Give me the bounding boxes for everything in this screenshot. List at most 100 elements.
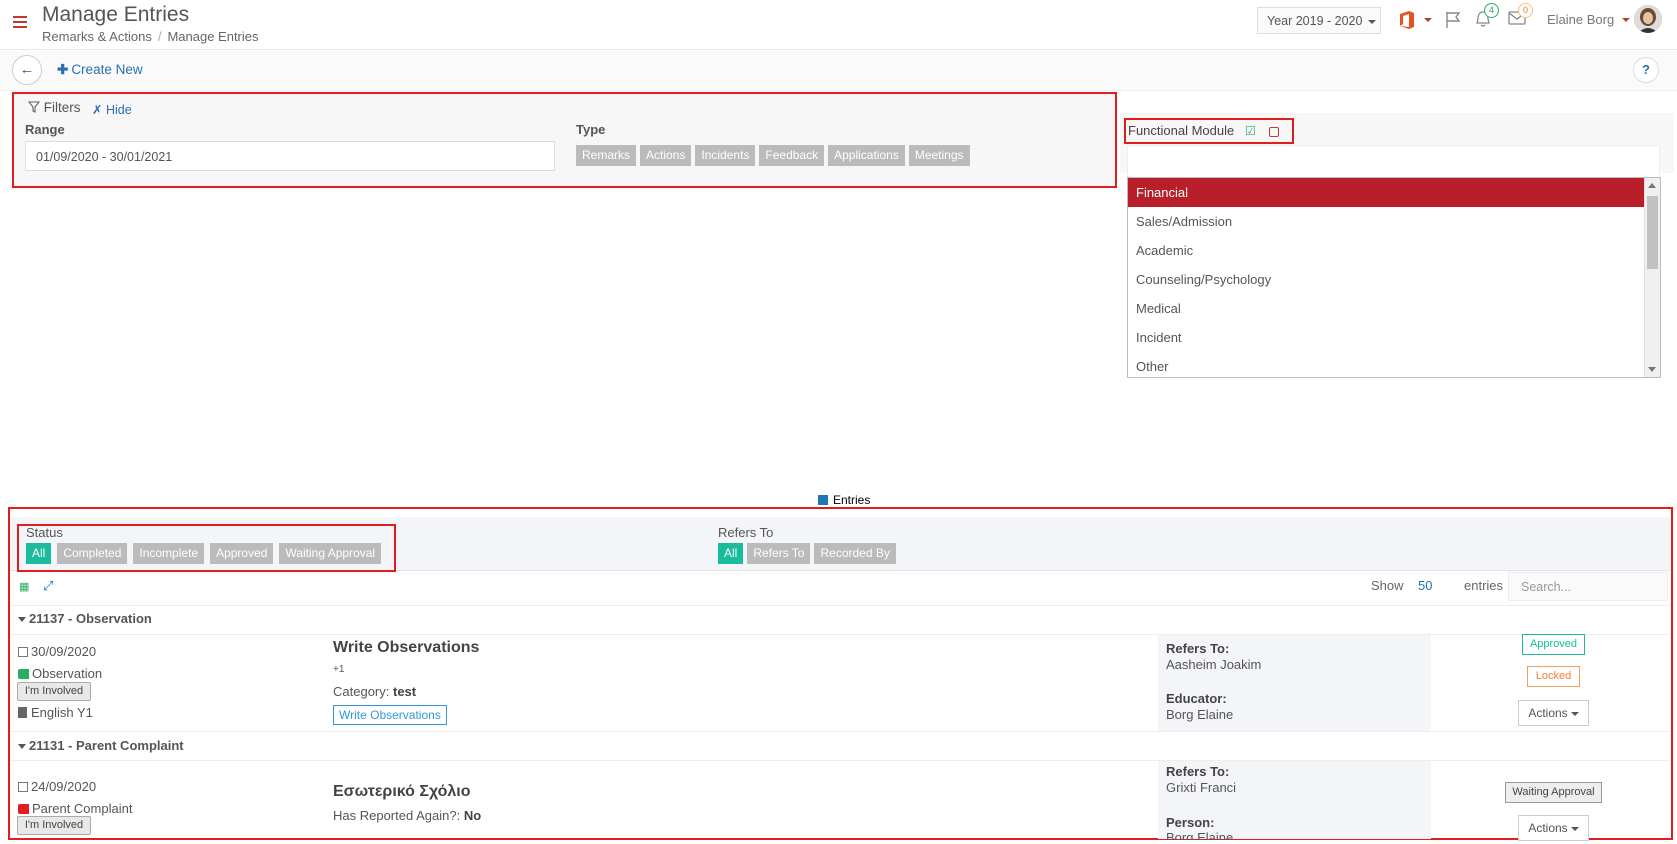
involved-button[interactable]: I'm Involved (17, 682, 91, 701)
y-tick-label: 0.4 (28, 389, 42, 400)
scrollbar-thumb[interactable] (1647, 196, 1658, 269)
entry-date: 24/09/2020 (18, 779, 96, 794)
entry-link[interactable]: Write Observations (333, 705, 447, 725)
status-approved-button[interactable]: Approved (210, 543, 274, 564)
breadcrumb-item: Manage Entries (167, 29, 259, 44)
entry-date: 30/09/2020 (18, 644, 96, 659)
dropdown-option[interactable]: Academic (1128, 236, 1660, 265)
actions-button[interactable]: Actions (1518, 815, 1589, 841)
dropdown-option[interactable]: Medical (1128, 294, 1660, 323)
tag-icon (18, 669, 29, 679)
type-applications-button[interactable]: Applications (828, 145, 905, 166)
chevron-down-icon[interactable] (1424, 18, 1432, 22)
avatar[interactable] (1634, 5, 1662, 33)
chart-bar (557, 329, 761, 437)
entry-title: Write Observations (333, 639, 480, 656)
pin-icon: ✗ (92, 103, 103, 117)
involved-button[interactable]: I'm Involved (17, 816, 91, 835)
scroll-down-icon[interactable] (1648, 367, 1656, 372)
y-tick-label: 1.8 (28, 239, 42, 250)
type-meetings-button[interactable]: Meetings (908, 145, 970, 166)
chevron-down-icon (1570, 826, 1579, 831)
type-actions-button[interactable]: Actions (640, 145, 692, 166)
functional-module-label: Functional Module (1128, 123, 1235, 138)
status-badge: Approved (1522, 634, 1585, 655)
dropdown-scrollbar[interactable] (1644, 178, 1660, 377)
chevron-down-icon (1570, 711, 1579, 716)
entry-title: Εσωτερικό Σχόλιο (333, 783, 471, 800)
filters-panel (12, 92, 1117, 188)
tag-icon (18, 804, 29, 814)
hide-filters-link[interactable]: ✗ Hide (92, 102, 132, 117)
dropdown-option[interactable]: Sales/Admission (1128, 207, 1660, 236)
entry-category: Category: test (333, 684, 417, 699)
status-all-button[interactable]: All (26, 543, 52, 564)
office-icon[interactable] (1398, 10, 1416, 30)
menu-icon[interactable] (13, 16, 27, 28)
breadcrumb-item[interactable]: Remarks & Actions (42, 29, 152, 44)
x-tick-label: Achievements (1439, 446, 1502, 457)
y-tick-label: 1.4 (28, 282, 42, 293)
dropdown-option[interactable]: Incident (1128, 323, 1660, 352)
year-select[interactable]: Year 2019 - 2020 (1257, 7, 1381, 34)
group-header[interactable]: 21131 - Parent Complaint (18, 738, 184, 753)
entries-label: entries (1464, 578, 1504, 593)
actions-button[interactable]: Actions (1518, 700, 1589, 726)
type-incidents-button[interactable]: Incidents (695, 145, 756, 166)
user-name[interactable]: Elaine Borg (1547, 12, 1614, 27)
entry-question: Has Reported Again?: No (333, 808, 482, 823)
deselect-all-icon[interactable] (1269, 127, 1279, 137)
x-tick-label: Admission Interview (1020, 446, 1110, 457)
refers-all-button[interactable]: All (718, 543, 744, 564)
y-tick-label: 0.8 (28, 346, 42, 357)
create-new-button[interactable]: ✚ Create New (57, 62, 143, 78)
y-tick-label: 2 (36, 217, 42, 228)
filters-title: Filters (27, 100, 81, 115)
show-label: Show (1371, 578, 1404, 593)
flag-icon[interactable] (1445, 11, 1461, 29)
role-label: Educator: (1166, 691, 1227, 706)
functional-module-input[interactable] (1127, 145, 1660, 179)
type-remarks-button[interactable]: Remarks (576, 145, 637, 166)
refers-to-button[interactable]: Refers To (747, 543, 811, 564)
y-tick-label: 2.2 (28, 196, 42, 207)
type-filter-group: Remarks Actions Incidents Feedback Appli… (576, 145, 970, 166)
y-tick-label: 0 (36, 432, 42, 443)
status-waiting-approval-button[interactable]: Waiting Approval (279, 543, 382, 564)
y-tick-label: 0.6 (28, 368, 42, 379)
row-divider (10, 731, 1670, 732)
entry-tag: Observation (18, 666, 102, 681)
status-completed-button[interactable]: Completed (57, 543, 128, 564)
status-filter-group: All Completed Incomplete Approved Waitin… (26, 543, 382, 564)
status-incomplete-button[interactable]: Incomplete (133, 543, 205, 564)
excel-export-icon[interactable]: ▦ (19, 580, 29, 593)
filter-icon (27, 101, 41, 113)
role-value: Borg Elaine (1166, 830, 1234, 840)
caret-down-icon (18, 617, 26, 623)
entry-sub: +1 (333, 664, 345, 675)
y-tick-label: 1.2 (28, 303, 42, 314)
page-size-select[interactable]: 50 (1418, 578, 1432, 593)
recorded-by-button[interactable]: Recorded By (814, 543, 896, 564)
dropdown-option[interactable]: Counseling/Psychology (1128, 265, 1660, 294)
refers-to-value: Aasheim Joakim (1166, 657, 1262, 672)
scroll-up-icon[interactable] (1648, 183, 1656, 188)
calendar-icon (18, 647, 28, 657)
type-feedback-button[interactable]: Feedback (759, 145, 825, 166)
expand-icon[interactable]: ⤢ (43, 578, 53, 594)
date-range-input[interactable]: 01/09/2020 - 30/01/2021 (25, 141, 555, 171)
help-button[interactable]: ? (1633, 57, 1659, 83)
select-all-icon[interactable]: ☑ (1245, 124, 1256, 138)
dropdown-option[interactable]: Other (1128, 352, 1660, 377)
x-tick-label: Observation (226, 446, 280, 457)
functional-module-dropdown: Financial Sales/Admission Academic Couns… (1127, 177, 1661, 378)
refers-filter-group: All Refers To Recorded By (718, 543, 896, 564)
calendar-icon (18, 782, 28, 792)
dropdown-option[interactable]: Financial (1128, 178, 1660, 207)
search-input[interactable]: Search... (1508, 572, 1668, 601)
caret-down-icon (18, 744, 26, 750)
chart-legend: Entries (818, 493, 870, 507)
chevron-down-icon[interactable] (1622, 18, 1630, 22)
group-header[interactable]: 21137 - Observation (18, 611, 152, 626)
back-button[interactable]: ← (12, 55, 42, 85)
